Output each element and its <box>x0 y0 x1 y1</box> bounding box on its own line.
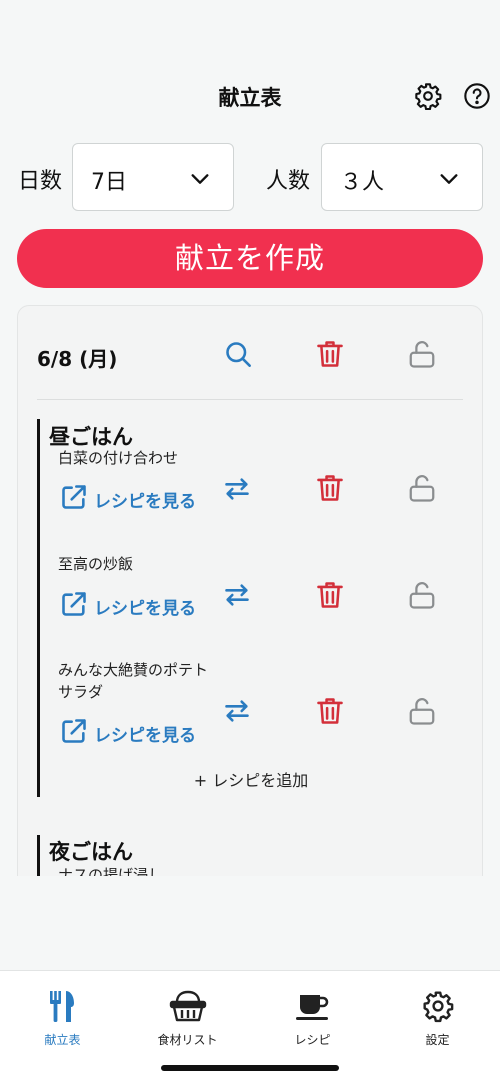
swap-icon[interactable] <box>223 475 251 503</box>
recipe-name: ナスの揚げ浸し <box>58 866 164 876</box>
day-card: 6/8 (月) 昼ごはん 白菜の付け合わせ レシピを見る 至高の炒飯 レシピを見… <box>17 305 483 876</box>
tab-label: レシピ <box>294 1033 331 1047</box>
people-label: 人数 <box>266 169 311 194</box>
unlock-icon[interactable] <box>407 696 437 726</box>
days-label: 日数 <box>18 169 63 194</box>
unlock-icon[interactable] <box>407 339 437 369</box>
home-indicator <box>161 1065 339 1071</box>
recipe-name: みんな大絶賛のポテトサラダ <box>58 661 209 701</box>
tab-menu[interactable]: 献立表 <box>0 989 125 1048</box>
days-value: 7日 <box>91 170 127 195</box>
gear-icon <box>422 991 453 1023</box>
people-value: ３人 <box>340 170 385 195</box>
tab-settings[interactable]: 設定 <box>375 989 500 1048</box>
tab-label: 設定 <box>425 1033 450 1047</box>
trash-icon[interactable] <box>316 580 344 610</box>
chevron-down-icon <box>191 174 209 184</box>
tab-label: 献立表 <box>44 1033 81 1047</box>
trash-icon[interactable] <box>316 473 344 503</box>
swap-icon[interactable] <box>223 697 251 725</box>
view-recipe-label: レシピを見る <box>94 492 196 512</box>
create-menu-button[interactable]: 献立を作成 <box>17 229 483 288</box>
view-recipe-label: レシピを見る <box>94 726 196 746</box>
search-icon[interactable] <box>224 340 252 368</box>
utensils-icon <box>49 991 74 1022</box>
basket-icon <box>169 990 206 1022</box>
tab-recipes[interactable]: レシピ <box>250 989 375 1048</box>
view-recipe-label: レシピを見る <box>94 599 196 619</box>
add-recipe-button[interactable]: + レシピを追加 <box>18 767 482 791</box>
trash-icon[interactable] <box>316 696 344 726</box>
external-link-icon <box>62 719 86 743</box>
gear-icon[interactable] <box>414 82 442 110</box>
meal-section-bar <box>37 419 40 797</box>
day-title: 6/8 (月) <box>37 347 118 371</box>
days-select[interactable]: 7日 <box>72 143 234 211</box>
meal-title-dinner: 夜ごはん <box>49 840 133 864</box>
unlock-icon[interactable] <box>407 473 437 503</box>
cup-icon <box>295 995 328 1020</box>
meal-section-bar <box>37 835 40 876</box>
trash-icon[interactable] <box>316 339 344 369</box>
recipe-name: 至高の炒飯 <box>58 555 134 573</box>
external-link-icon <box>62 485 86 509</box>
recipe-name: 白菜の付け合わせ <box>58 449 179 467</box>
divider <box>37 399 463 400</box>
help-circle-icon[interactable] <box>463 82 491 110</box>
swap-icon[interactable] <box>223 581 251 609</box>
chevron-down-icon <box>440 174 458 184</box>
tab-ingredients[interactable]: 食材リスト <box>125 989 250 1048</box>
tab-label: 食材リスト <box>157 1033 218 1047</box>
unlock-icon[interactable] <box>407 580 437 610</box>
people-select[interactable]: ３人 <box>321 143 483 211</box>
external-link-icon <box>62 592 86 616</box>
